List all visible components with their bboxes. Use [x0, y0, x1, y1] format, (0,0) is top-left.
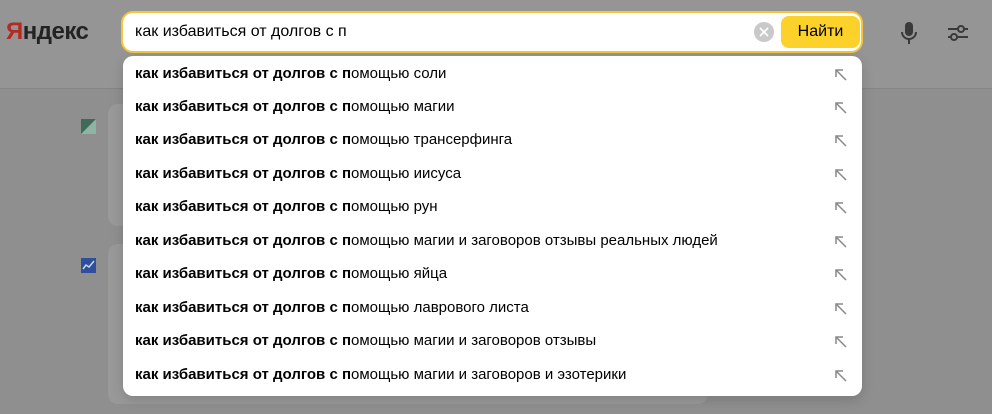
chart-favicon-icon [81, 258, 96, 273]
arrow-up-left-icon[interactable] [834, 168, 848, 182]
suggestion-item[interactable]: как избавиться от долгов с помощью яйца [123, 258, 862, 291]
suggestion-typed-part: как избавиться от долгов с п [135, 299, 352, 316]
suggestion-text: как избавиться от долгов с помощью магии… [135, 366, 626, 383]
suggestion-text: как избавиться от долгов с помощью транс… [135, 131, 512, 148]
settings-sliders-icon[interactable] [946, 22, 970, 44]
suggestion-text: как избавиться от долгов с помощью соли [135, 65, 446, 82]
search-suggestions: как избавиться от долгов с помощью соли к… [123, 56, 862, 396]
suggestion-completion: омощью соли [351, 65, 447, 82]
clear-search-button[interactable] [754, 22, 774, 42]
search-input[interactable] [135, 13, 735, 51]
suggestion-item[interactable]: как избавиться от долгов с помощью магии… [123, 225, 862, 258]
suggestion-text: как избавиться от долгов с помощью лавро… [135, 299, 529, 316]
suggestion-item[interactable]: как избавиться от долгов с помощью соли [123, 58, 862, 91]
suggestion-text: как избавиться от долгов с помощью яйца [135, 265, 447, 282]
suggestion-typed-part: как избавиться от долгов с п [135, 232, 352, 249]
suggestion-completion: омощью магии и заговоров отзывы реальных… [351, 232, 718, 249]
suggestion-typed-part: как избавиться от долгов с п [135, 131, 352, 148]
suggestion-typed-part: как избавиться от долгов с п [135, 165, 352, 182]
arrow-up-left-icon[interactable] [834, 68, 848, 82]
arrow-up-left-icon[interactable] [834, 268, 848, 282]
search-box [123, 13, 861, 51]
yandex-logo[interactable]: Яндекс [6, 18, 89, 46]
suggestion-text: как избавиться от долгов с помощью рун [135, 198, 438, 215]
suggestion-completion: омощью рун [351, 198, 438, 215]
suggestion-text: как избавиться от долгов с помощью иисус… [135, 165, 461, 182]
logo-first-letter: Я [6, 18, 23, 45]
suggestion-item[interactable]: как избавиться от долгов с помощью магии… [123, 325, 862, 358]
suggestion-typed-part: как избавиться от долгов с п [135, 198, 352, 215]
suggestion-completion: омощью яйца [351, 265, 448, 282]
suggestion-completion: омощью магии и заговоров отзывы [351, 332, 597, 349]
suggestion-text: как избавиться от долгов с помощью магии… [135, 332, 596, 349]
suggestion-completion: омощью лаврового листа [351, 299, 529, 316]
suggestion-item[interactable]: как избавиться от долгов с помощью магии [123, 91, 862, 124]
suggestion-typed-part: как избавиться от долгов с п [135, 366, 352, 383]
suggestion-text: как избавиться от долгов с помощью магии [135, 98, 455, 115]
arrow-up-left-icon[interactable] [834, 235, 848, 249]
logo-rest: ндекс [22, 18, 89, 45]
find-button[interactable]: Найти [781, 16, 860, 48]
suggestion-completion: омощью магии и заговоров и эзотерики [351, 366, 627, 383]
arrow-up-left-icon[interactable] [834, 369, 848, 383]
suggestion-typed-part: как избавиться от долгов с п [135, 265, 352, 282]
microphone-icon[interactable] [899, 20, 919, 46]
arrow-up-left-icon[interactable] [834, 335, 848, 349]
arrow-up-left-icon[interactable] [834, 302, 848, 316]
suggestion-completion: омощью иисуса [351, 165, 462, 182]
suggestion-item[interactable]: как избавиться от долгов с помощью лавро… [123, 292, 862, 325]
close-icon [759, 27, 769, 37]
suggestion-item[interactable]: как избавиться от долгов с помощью рун [123, 191, 862, 224]
suggestion-text: как избавиться от долгов с помощью магии… [135, 232, 718, 249]
suggestion-typed-part: как избавиться от долгов с п [135, 98, 352, 115]
arrow-up-left-icon[interactable] [834, 101, 848, 115]
site-favicon-icon [81, 119, 96, 134]
suggestion-item[interactable]: как избавиться от долгов с помощью иисус… [123, 158, 862, 191]
arrow-up-left-icon[interactable] [834, 201, 848, 215]
suggestion-typed-part: как избавиться от долгов с п [135, 332, 352, 349]
suggestion-item[interactable]: как избавиться от долгов с помощью транс… [123, 124, 862, 157]
suggestion-item[interactable]: как избавиться от долгов с помощью магии… [123, 359, 862, 392]
suggestion-completion: омощью трансерфинга [351, 131, 513, 148]
suggestion-typed-part: как избавиться от долгов с п [135, 65, 352, 82]
suggestion-completion: омощью магии [351, 98, 455, 115]
arrow-up-left-icon[interactable] [834, 134, 848, 148]
